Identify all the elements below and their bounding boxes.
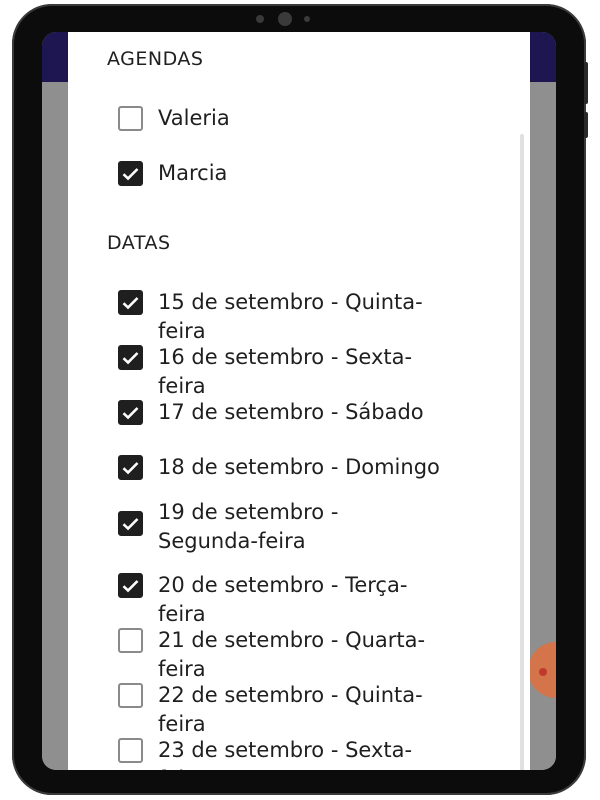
fab-record-icon — [539, 668, 547, 676]
checkmark-icon — [122, 406, 139, 419]
checkbox-unchecked[interactable] — [118, 106, 143, 131]
checkbox-checked[interactable] — [118, 573, 143, 598]
checkbox-checked[interactable] — [118, 455, 143, 480]
checkbox-checked[interactable] — [118, 161, 143, 186]
volume-button — [584, 62, 588, 104]
date-item[interactable]: 18 de setembro - Domingo — [118, 453, 448, 482]
power-button — [584, 112, 588, 138]
date-item[interactable]: 16 de setembro - Sexta-feira — [118, 343, 448, 401]
date-item-label: 20 de setembro - Terça-feira — [158, 573, 408, 626]
agendas-section-title: AGENDAS — [107, 48, 204, 70]
checkmark-icon — [122, 296, 139, 309]
filter-dialog: AGENDAS Valeria Marcia DATAS 15 de setem… — [68, 32, 530, 770]
agenda-item-marcia[interactable]: Marcia — [118, 159, 448, 188]
checkbox-checked[interactable] — [118, 400, 143, 425]
checkmark-icon — [122, 167, 139, 180]
date-item[interactable]: 20 de setembro - Terça-feira — [118, 571, 448, 629]
agenda-item-label: Valeria — [158, 106, 230, 130]
screen: AGENDAS Valeria Marcia DATAS 15 de setem… — [42, 32, 556, 770]
checkbox-checked[interactable] — [118, 511, 143, 536]
checkmark-icon — [122, 461, 139, 474]
date-item[interactable]: 21 de setembro - Quarta-feira — [118, 626, 448, 684]
date-item[interactable]: 19 de setembro - Segunda-feira — [118, 498, 358, 556]
checkbox-checked[interactable] — [118, 345, 143, 370]
dialog-scrollbar[interactable] — [520, 134, 524, 770]
date-item[interactable]: 22 de setembro - Quinta-feira — [118, 681, 448, 739]
sensor-dot — [256, 15, 264, 23]
date-item[interactable]: 17 de setembro - Sábado — [118, 398, 448, 427]
checkbox-unchecked[interactable] — [118, 738, 143, 763]
camera-lens — [278, 12, 292, 26]
date-item-label: 21 de setembro - Quarta-feira — [158, 628, 426, 681]
date-item-label: 23 de setembro - Sexta-feira — [158, 738, 413, 770]
checkmark-icon — [122, 351, 139, 364]
date-item-label: 19 de setembro - Segunda-feira — [158, 500, 339, 553]
date-item-label: 17 de setembro - Sábado — [158, 400, 424, 424]
checkbox-unchecked[interactable] — [118, 683, 143, 708]
checkmark-icon — [122, 579, 139, 592]
checkmark-icon — [122, 517, 139, 530]
camera-bar — [256, 12, 326, 26]
datas-section-title: DATAS — [107, 232, 171, 254]
agenda-item-label: Marcia — [158, 161, 228, 185]
sensor-dot — [304, 16, 310, 22]
date-item-label: 18 de setembro - Domingo — [158, 455, 440, 479]
date-item-label: 22 de setembro - Quinta-feira — [158, 683, 423, 736]
date-item-label: 16 de setembro - Sexta-feira — [158, 345, 413, 398]
checkbox-unchecked[interactable] — [118, 628, 143, 653]
checkbox-checked[interactable] — [118, 290, 143, 315]
agenda-item-valeria[interactable]: Valeria — [118, 104, 448, 133]
date-item[interactable]: 15 de setembro - Quinta-feira — [118, 288, 448, 346]
date-item-label: 15 de setembro - Quinta-feira — [158, 290, 423, 343]
date-item[interactable]: 23 de setembro - Sexta-feira — [118, 736, 448, 770]
